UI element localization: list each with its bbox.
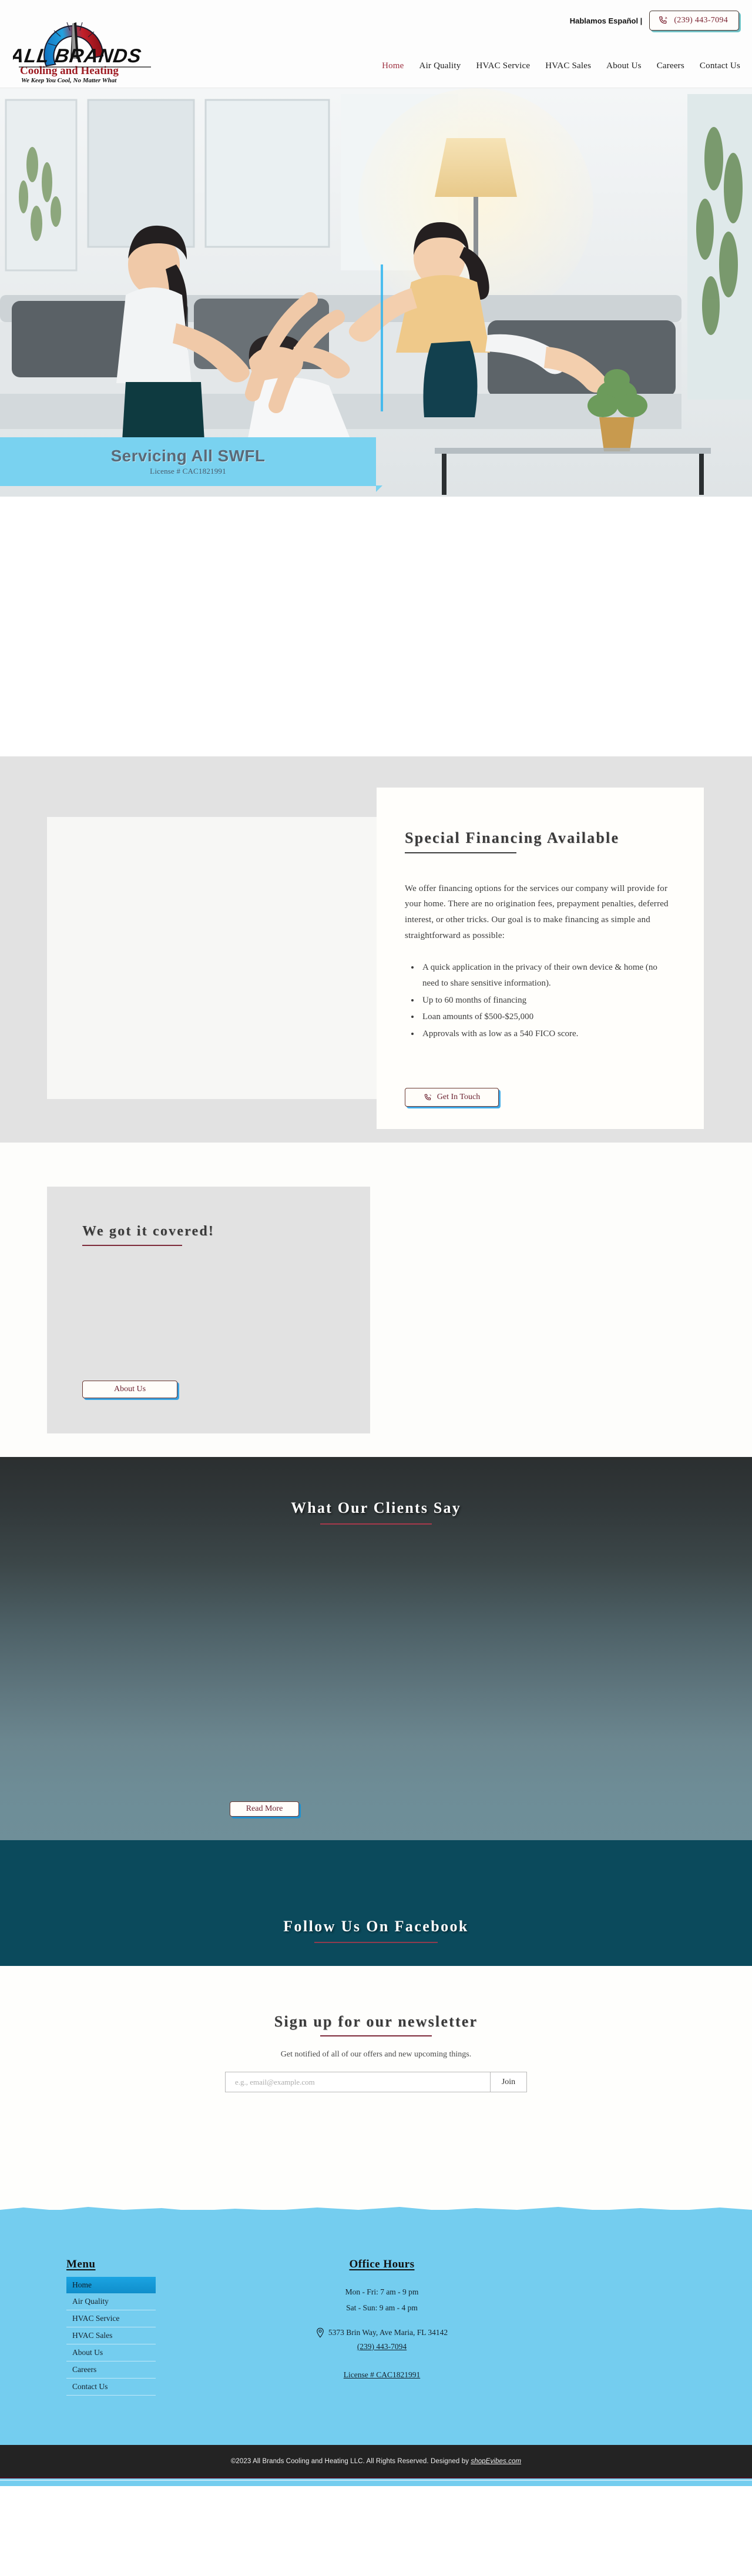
footer-hours-heading: Office Hours bbox=[349, 2258, 415, 2270]
newsletter-form: Join bbox=[225, 2072, 527, 2092]
financing-section: Special Financing Available We offer fin… bbox=[0, 756, 752, 1143]
nav-item-home[interactable]: Home bbox=[382, 61, 404, 71]
header-phone-button[interactable]: (239) 443-7094 bbox=[649, 11, 739, 31]
footer-menu-item-contact-us[interactable]: Contact Us bbox=[66, 2379, 156, 2396]
financing-bullet: Loan amounts of $500-$25,000 bbox=[420, 1009, 676, 1025]
footer-hours-column: Office Hours Mon - Fri: 7 am - 9 pm Sat … bbox=[264, 2258, 499, 2380]
map-pin-icon bbox=[317, 2327, 324, 2338]
footer-menu-item-hvac-service[interactable]: HVAC Service bbox=[66, 2310, 156, 2327]
covered-title: We got it covered! bbox=[82, 1224, 215, 1239]
get-in-touch-button[interactable]: Get In Touch bbox=[405, 1088, 499, 1107]
financing-bullet: A quick application in the privacy of th… bbox=[420, 960, 676, 991]
hablamos-espanol-label: Hablamos Español | bbox=[569, 16, 643, 25]
nav-item-air-quality[interactable]: Air Quality bbox=[419, 61, 461, 71]
financing-card: Special Financing Available We offer fin… bbox=[377, 788, 704, 1129]
nav-item-about-us[interactable]: About Us bbox=[606, 61, 642, 71]
footer-menu-item-hvac-sales[interactable]: HVAC Sales bbox=[66, 2327, 156, 2344]
nav-item-hvac-sales[interactable]: HVAC Sales bbox=[545, 61, 591, 71]
newsletter-email-input[interactable] bbox=[226, 2072, 490, 2092]
hero-license: License # CAC1821991 bbox=[150, 466, 226, 475]
hero-section: Servicing All SWFL License # CAC1821991 bbox=[0, 88, 752, 497]
financing-title: Special Financing Available bbox=[405, 829, 620, 846]
newsletter-title-rule bbox=[320, 2035, 432, 2036]
facebook-section: Follow Us On Facebook bbox=[0, 1840, 752, 1966]
nav-item-careers[interactable]: Careers bbox=[657, 61, 684, 71]
footer-hours-lines: Mon - Fri: 7 am - 9 pm Sat - Sun: 9 am -… bbox=[264, 2284, 499, 2316]
footer-bottom-strip bbox=[0, 2480, 752, 2486]
about-us-button[interactable]: About Us bbox=[82, 1381, 177, 1398]
footer-hours-weekday: Mon - Fri: 7 am - 9 pm bbox=[345, 2287, 419, 2296]
hero-banner-tail bbox=[376, 485, 382, 492]
get-in-touch-label: Get In Touch bbox=[437, 1093, 481, 1101]
copyright-bar: ©2023 All Brands Cooling and Heating LLC… bbox=[0, 2445, 752, 2478]
footer-menu-item-careers[interactable]: Careers bbox=[66, 2361, 156, 2379]
testimonials-section: What Our Clients Say Read More bbox=[0, 1457, 752, 1840]
financing-body-text: We offer financing options for the servi… bbox=[405, 883, 669, 940]
facebook-title: Follow Us On Facebook bbox=[283, 1918, 469, 1935]
footer-menu-item-air-quality[interactable]: Air Quality bbox=[66, 2293, 156, 2310]
site-footer: Menu Home Air Quality HVAC Service HVAC … bbox=[0, 2207, 752, 2486]
svg-text:We Keep You Cool, No Matter Wh: We Keep You Cool, No Matter What bbox=[21, 77, 117, 83]
financing-bullet: Approvals with as low as a 540 FICO scor… bbox=[420, 1026, 676, 1042]
testimonials-title-rule bbox=[320, 1523, 432, 1525]
footer-address-row[interactable]: 5373 Brin Way, Ave Maria, FL 34142 bbox=[264, 2327, 499, 2338]
newsletter-join-button[interactable]: Join bbox=[490, 2072, 526, 2092]
header-contact-group: Hablamos Español | (239) 443-7094 bbox=[570, 11, 739, 31]
hero-title: Servicing All SWFL bbox=[110, 447, 266, 465]
footer-menu-heading: Menu bbox=[66, 2258, 96, 2270]
financing-bullet-list: A quick application in the privacy of th… bbox=[420, 960, 676, 1041]
financing-image-placeholder bbox=[47, 817, 382, 1099]
nav-item-contact-us[interactable]: Contact Us bbox=[700, 61, 740, 71]
copyright-statement: ©2023 All Brands Cooling and Heating LLC… bbox=[230, 2457, 471, 2465]
hero-whitespace-spacer bbox=[0, 497, 752, 756]
site-header: ALL BRANDS Cooling and Heating We Keep Y… bbox=[0, 0, 752, 88]
footer-content: Menu Home Air Quality HVAC Service HVAC … bbox=[0, 2210, 752, 2445]
copyright-text: ©2023 All Brands Cooling and Heating LLC… bbox=[231, 2458, 521, 2465]
svg-text:Cooling and Heating: Cooling and Heating bbox=[20, 65, 119, 77]
financing-bullet: Up to 60 months of financing bbox=[420, 993, 676, 1009]
we-got-it-covered-section: We got it covered! About Us bbox=[0, 1143, 752, 1457]
footer-license-link[interactable]: License # CAC1821991 bbox=[264, 2370, 499, 2380]
financing-title-rule bbox=[405, 852, 516, 853]
newsletter-subtitle: Get notified of all of our offers and ne… bbox=[280, 2050, 472, 2059]
header-phone-number: (239) 443-7094 bbox=[674, 16, 728, 25]
footer-menu-list: Home Air Quality HVAC Service HVAC Sales… bbox=[66, 2277, 156, 2396]
footer-menu-column: Menu Home Air Quality HVAC Service HVAC … bbox=[66, 2258, 156, 2396]
testimonials-title: What Our Clients Say bbox=[291, 1499, 461, 1516]
read-more-button[interactable]: Read More bbox=[230, 1801, 299, 1817]
hero-banner: Servicing All SWFL License # CAC1821991 bbox=[0, 437, 376, 486]
footer-hours-weekend: Sat - Sun: 9 am - 4 pm bbox=[346, 2303, 418, 2312]
main-navigation: Home Air Quality HVAC Service HVAC Sales… bbox=[382, 61, 740, 71]
gauge-logo-icon: ALL BRANDS Cooling and Heating We Keep Y… bbox=[13, 22, 151, 83]
footer-menu-item-home[interactable]: Home bbox=[66, 2277, 156, 2293]
designer-link[interactable]: shopEvibes.com bbox=[471, 2458, 521, 2465]
phone-ring-icon bbox=[424, 1094, 431, 1100]
covered-card: We got it covered! About Us bbox=[47, 1187, 370, 1433]
about-us-label: About Us bbox=[113, 1385, 146, 1393]
footer-address-text: 5373 Brin Way, Ave Maria, FL 34142 bbox=[328, 2328, 448, 2337]
newsletter-title: Sign up for our newsletter bbox=[274, 2013, 478, 2030]
newsletter-section: Sign up for our newsletter Get notified … bbox=[0, 1966, 752, 2210]
footer-phone-link[interactable]: (239) 443-7094 bbox=[264, 2342, 499, 2351]
phone-ring-icon bbox=[659, 16, 667, 24]
site-logo[interactable]: ALL BRANDS Cooling and Heating We Keep Y… bbox=[13, 1, 213, 83]
covered-title-rule bbox=[82, 1245, 182, 1246]
hero-photo bbox=[0, 88, 752, 497]
svg-text:ALL BRANDS: ALL BRANDS bbox=[13, 45, 143, 67]
footer-menu-item-about-us[interactable]: About Us bbox=[66, 2344, 156, 2361]
nav-item-hvac-service[interactable]: HVAC Service bbox=[476, 61, 530, 71]
read-more-label: Read More bbox=[246, 1804, 283, 1813]
facebook-title-rule bbox=[314, 1942, 438, 1943]
